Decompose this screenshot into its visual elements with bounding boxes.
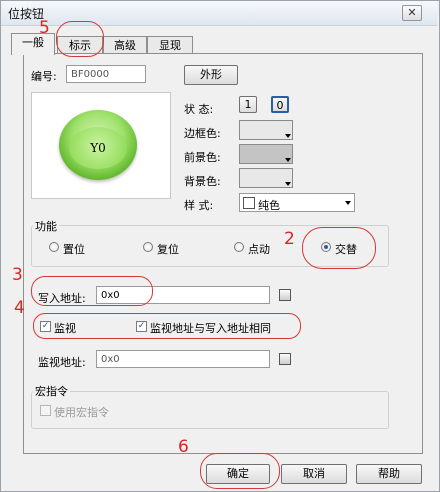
radio-reset-label: 复位 bbox=[157, 243, 179, 256]
bg-color-label: 背景色: bbox=[184, 175, 221, 188]
dropdown-arrow-icon bbox=[285, 158, 291, 162]
close-button[interactable]: ✕ bbox=[402, 5, 422, 21]
address-keypad-icon[interactable] bbox=[279, 289, 291, 301]
annotation-oval-2 bbox=[302, 227, 376, 269]
annotation-oval-6 bbox=[200, 453, 280, 489]
dropdown-arrow-icon bbox=[345, 201, 351, 205]
macro-title: 宏指令 bbox=[33, 383, 70, 399]
macro-checkbox-label: 使用宏指令 bbox=[54, 406, 109, 419]
style-value: 纯色 bbox=[258, 199, 280, 212]
style-swatch-icon bbox=[243, 197, 255, 209]
tab-display[interactable]: 显现 bbox=[147, 36, 193, 54]
function-title: 功能 bbox=[33, 218, 59, 234]
annotation-number-6: 6 bbox=[178, 437, 189, 457]
annotation-number-4: 4 bbox=[14, 298, 25, 318]
monitor-address-field[interactable]: 0x0 bbox=[96, 350, 270, 368]
annotation-oval-3 bbox=[31, 276, 153, 306]
monitor-keypad-icon[interactable] bbox=[279, 353, 291, 365]
help-button[interactable]: 帮助 bbox=[356, 464, 422, 484]
radio-momentary-label: 点动 bbox=[248, 243, 270, 256]
tab-general[interactable]: 一般 bbox=[11, 33, 55, 55]
radio-set[interactable] bbox=[49, 242, 59, 252]
dropdown-arrow-icon bbox=[285, 134, 291, 138]
annotation-number-2: 2 bbox=[284, 229, 295, 249]
radio-set-label: 置位 bbox=[63, 243, 85, 256]
radio-momentary[interactable] bbox=[234, 242, 244, 252]
shape-button[interactable]: 外形 bbox=[184, 65, 238, 85]
id-field[interactable]: BF0000 bbox=[66, 65, 146, 83]
dropdown-arrow-icon bbox=[285, 182, 291, 186]
monitor-address-label: 监视地址: bbox=[38, 356, 86, 369]
state-label: 状 态: bbox=[184, 103, 214, 116]
fg-color-label: 前景色: bbox=[184, 151, 221, 164]
style-label: 样 式: bbox=[184, 199, 214, 212]
radio-reset[interactable] bbox=[143, 242, 153, 252]
annotation-oval-4 bbox=[33, 313, 301, 339]
style-select[interactable] bbox=[239, 193, 355, 212]
state-button-1[interactable]: 1 bbox=[239, 96, 257, 113]
preview-text: Y0 bbox=[90, 141, 106, 155]
cancel-button[interactable]: 取消 bbox=[281, 464, 347, 484]
tab-advanced[interactable]: 高级 bbox=[103, 36, 147, 54]
macro-checkbox[interactable] bbox=[40, 405, 51, 416]
border-color-label: 边框色: bbox=[184, 127, 221, 140]
id-label: 编号: bbox=[31, 70, 57, 83]
state-button-0[interactable]: 0 bbox=[271, 96, 289, 113]
annotation-oval-5 bbox=[56, 21, 104, 57]
annotation-number-3: 3 bbox=[12, 265, 23, 285]
